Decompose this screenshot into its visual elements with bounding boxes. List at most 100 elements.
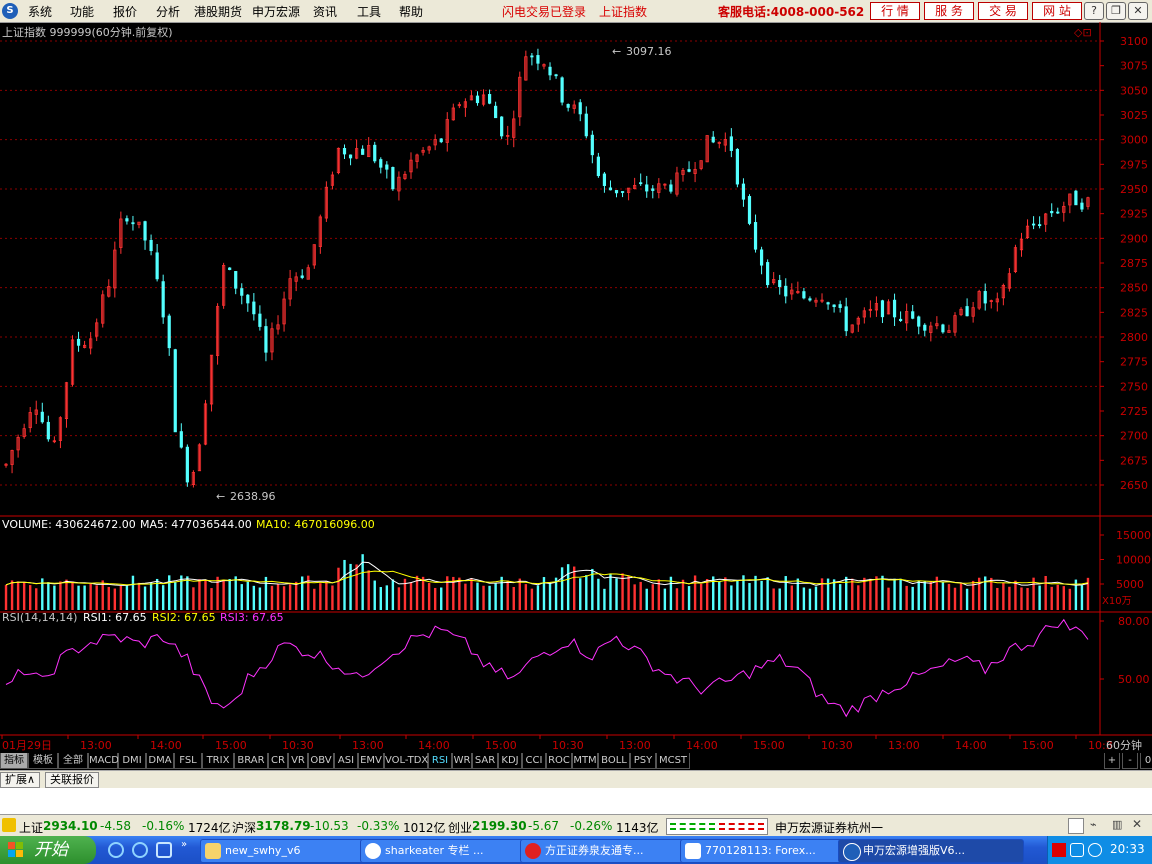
indicator-tab-cr[interactable]: CR [268, 753, 288, 769]
app-logo-icon[interactable]: S [2, 3, 18, 19]
volume-bar[interactable] [95, 585, 98, 610]
candle[interactable] [512, 110, 516, 148]
volume-bar[interactable] [1014, 580, 1017, 610]
candle[interactable] [312, 244, 316, 269]
candle[interactable] [687, 161, 691, 173]
volume-bar[interactable] [905, 585, 908, 610]
candle[interactable] [905, 303, 909, 331]
volume-bar[interactable] [687, 586, 691, 610]
candle[interactable] [445, 112, 449, 152]
candle[interactable] [22, 423, 26, 439]
volume-bar[interactable] [573, 566, 576, 610]
menu-system[interactable]: 系统 [28, 3, 52, 20]
candle[interactable] [415, 153, 419, 169]
candle[interactable] [506, 125, 510, 145]
menu-tools[interactable]: 工具 [357, 3, 381, 20]
restore-icon[interactable]: ❐ [1106, 2, 1126, 20]
volume-bar[interactable] [282, 586, 286, 610]
volume-bar[interactable] [1020, 587, 1023, 610]
volume-bar[interactable] [929, 581, 933, 610]
volume-bar[interactable] [198, 579, 201, 610]
task-fangzheng[interactable]: 方正证券泉友通专... [520, 839, 698, 863]
candle[interactable] [741, 178, 746, 207]
indicator-tab-asi[interactable]: ASI [334, 753, 358, 769]
volume-bar[interactable] [1008, 586, 1011, 610]
volume-bar[interactable] [427, 583, 431, 610]
candle[interactable] [602, 171, 607, 193]
ie-icon[interactable] [108, 842, 124, 858]
candle[interactable] [590, 130, 594, 164]
candle[interactable] [518, 71, 522, 126]
zoom-out-button[interactable]: - [1122, 753, 1138, 769]
menu-quote[interactable]: 报价 [113, 3, 137, 20]
candle[interactable] [1068, 193, 1072, 214]
candle[interactable] [669, 179, 673, 194]
volume-bar[interactable] [1062, 586, 1065, 610]
candle[interactable] [222, 262, 226, 309]
candle[interactable] [330, 171, 335, 190]
candle[interactable] [149, 234, 153, 256]
chart-options-icon[interactable]: ◇⊡ [1074, 26, 1092, 39]
candle[interactable] [179, 423, 183, 449]
candle[interactable] [808, 296, 812, 302]
candle[interactable] [28, 406, 32, 433]
candle[interactable] [64, 381, 69, 428]
candle[interactable] [119, 211, 123, 254]
candle[interactable] [457, 102, 461, 109]
candle[interactable] [324, 181, 328, 222]
volume-bar[interactable] [252, 585, 256, 610]
volume-bar[interactable] [1068, 588, 1072, 610]
volume-bar[interactable] [518, 578, 521, 610]
candle[interactable] [354, 139, 359, 160]
candle[interactable] [947, 324, 951, 333]
stock-chart[interactable]: 3100 3075 3050 3025 3000 2975 2950 2925 2900 2875… [0, 22, 1152, 753]
candle[interactable] [373, 141, 377, 164]
volume-bar[interactable] [10, 580, 14, 610]
volume-bar[interactable] [440, 587, 443, 610]
volume-bar[interactable] [566, 564, 570, 610]
indicator-tab-wr[interactable]: WR [452, 753, 472, 769]
volume-bar[interactable] [530, 588, 534, 610]
volume-bar[interactable] [192, 587, 195, 610]
candle[interactable] [965, 298, 969, 317]
candle[interactable] [215, 303, 220, 365]
candle[interactable] [143, 220, 147, 250]
volume-bar[interactable] [313, 588, 316, 610]
zoom-in-button[interactable]: + [1104, 753, 1120, 769]
quicklaunch-expand-icon[interactable]: » [181, 839, 187, 850]
volume-bar[interactable] [16, 581, 20, 610]
volume-bar[interactable] [838, 584, 842, 610]
volume-bar[interactable] [754, 575, 757, 610]
volume-bar[interactable] [53, 585, 56, 610]
candle[interactable] [1086, 196, 1090, 210]
candle[interactable] [790, 283, 794, 300]
volume-bar[interactable] [234, 576, 237, 610]
candle[interactable] [155, 244, 159, 282]
candle[interactable] [137, 221, 141, 229]
candle[interactable] [1038, 216, 1042, 229]
candle[interactable] [953, 312, 957, 337]
volume-bar[interactable] [421, 576, 425, 610]
candle[interactable] [397, 171, 401, 201]
candle[interactable] [784, 278, 788, 304]
start-button[interactable]: 开始 [0, 836, 96, 864]
status-icon[interactable] [2, 818, 16, 832]
volume-bar[interactable] [959, 583, 963, 610]
indicator-tab-obv[interactable]: OBV [308, 753, 334, 769]
candle[interactable] [639, 173, 643, 186]
candle[interactable] [1056, 207, 1060, 214]
candle[interactable] [995, 292, 999, 312]
window-icon[interactable] [1068, 818, 1084, 834]
indicator-tab-mcst[interactable]: MCST [656, 753, 690, 769]
candle[interactable] [167, 313, 171, 356]
indicator-tab-dmi[interactable]: DMI [118, 753, 146, 769]
candle[interactable] [826, 301, 830, 310]
candle[interactable] [451, 103, 455, 121]
tray-app-icon[interactable] [1052, 843, 1066, 857]
volume-bar[interactable] [881, 575, 884, 610]
indicator-tab-fsl[interactable]: FSL [174, 753, 202, 769]
volume-bar[interactable] [1050, 586, 1053, 610]
volume-bar[interactable] [4, 584, 8, 610]
candle[interactable] [856, 316, 860, 332]
candle[interactable] [40, 402, 44, 424]
